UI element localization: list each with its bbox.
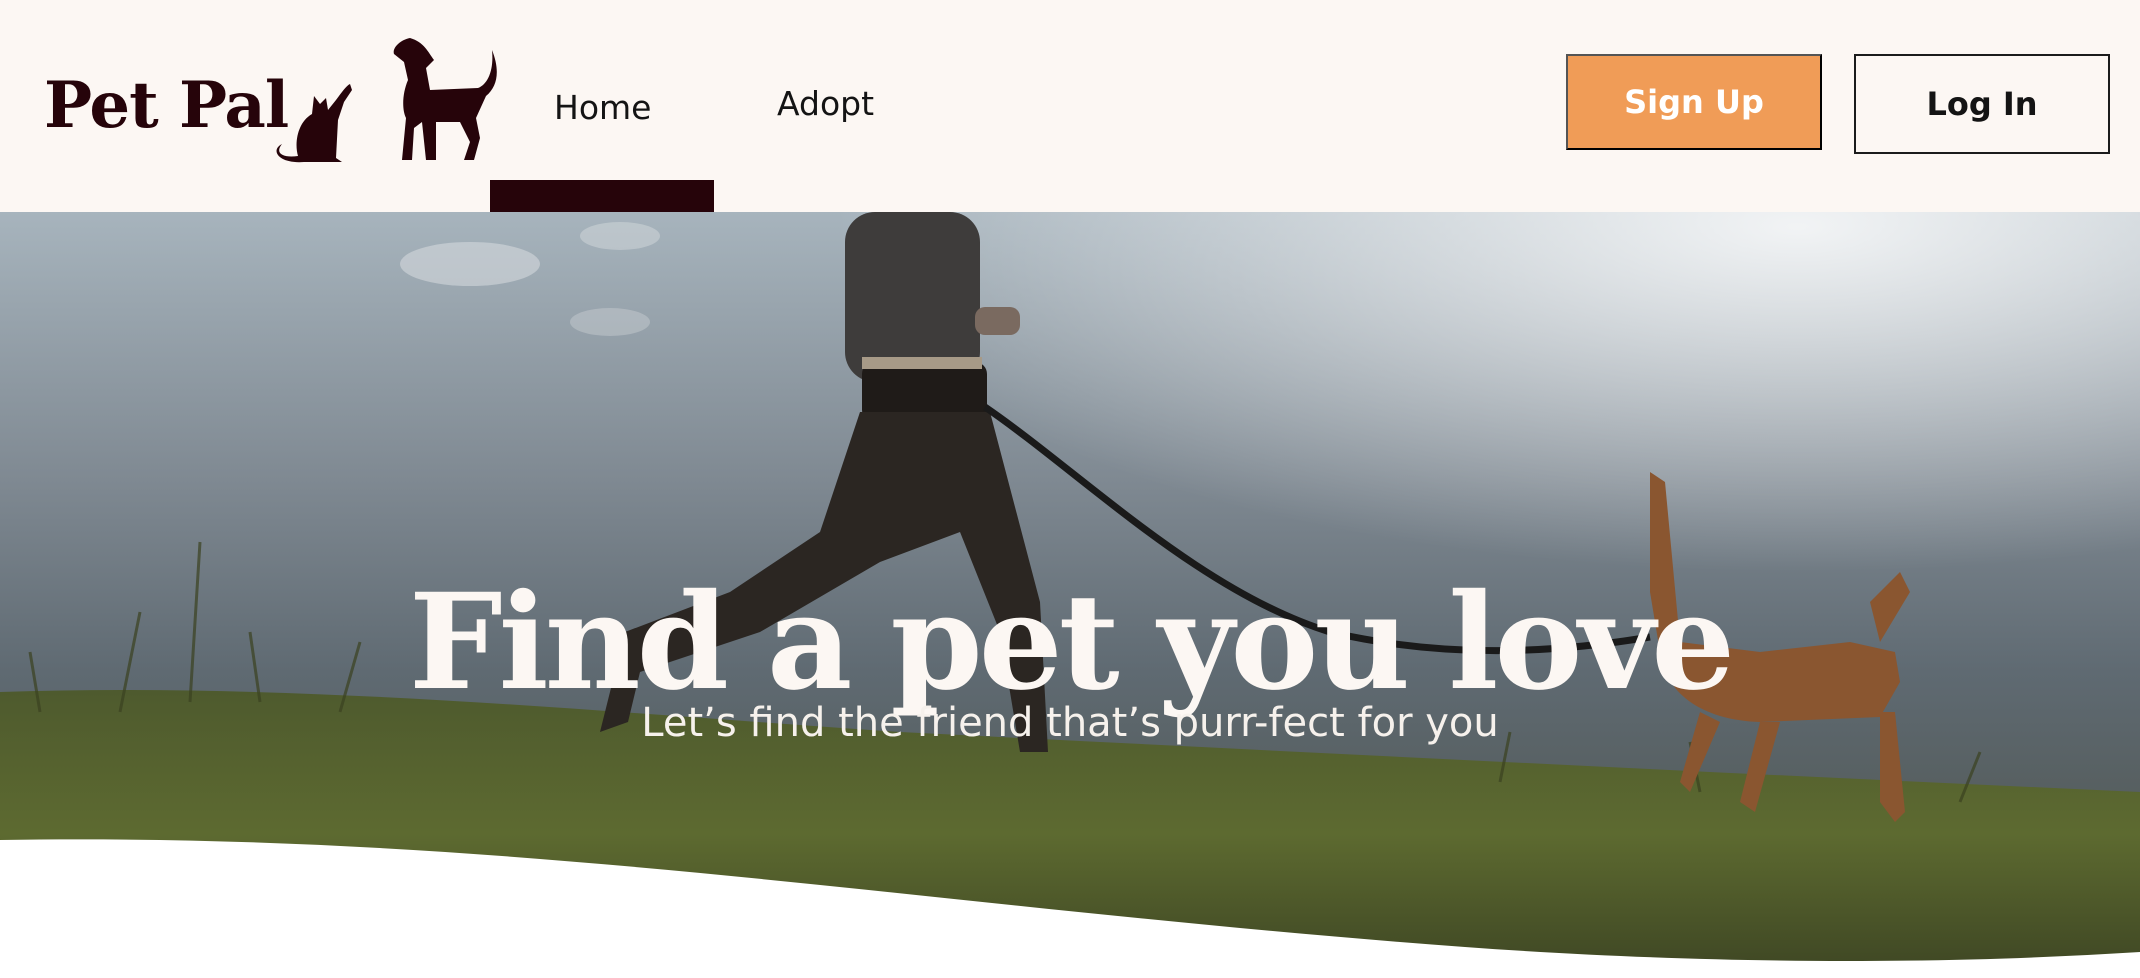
nav-home-link[interactable]: Home (554, 88, 651, 127)
nav-adopt-link[interactable]: Adopt (777, 84, 874, 123)
cat-and-dog-silhouette-icon (276, 38, 497, 163)
active-nav-indicator (490, 180, 714, 212)
sign-up-button[interactable]: Sign Up (1566, 54, 1822, 150)
log-in-button[interactable]: Log In (1854, 54, 2110, 154)
brand-name: Pet Pal (44, 68, 289, 143)
hero-subtitle: Let’s find the friend that’s purr-fect f… (641, 700, 1499, 746)
brand-logo-link[interactable]: Pet Pal (44, 38, 497, 168)
hero-section: Find a pet you love Let’s find the frien… (0, 212, 2140, 978)
hero-title: Find a pet you love (408, 565, 1735, 721)
top-navigation-bar: Pet Pal Home Adopt Sign Up Log In (0, 0, 2140, 212)
